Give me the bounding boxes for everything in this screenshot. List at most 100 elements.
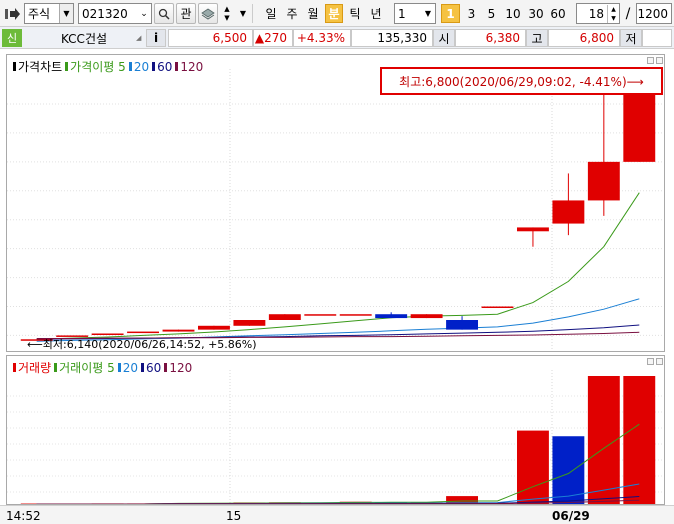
legend-volume[interactable]: 거래량 — [13, 359, 51, 376]
legend-ma60[interactable]: 60 — [152, 60, 172, 74]
price-chart-pane[interactable]: 가격차트 가격이평 5 20 60 120 — [6, 54, 665, 352]
pane-close-icon[interactable] — [656, 57, 663, 64]
candle-body — [304, 314, 337, 316]
legend-ma20-label: 20 — [133, 59, 150, 74]
chevron-down-icon[interactable]: ▼ — [224, 14, 229, 23]
stock-code-input[interactable]: 021320 ⌄ — [78, 3, 152, 24]
chevron-down-icon[interactable]: ▼ — [611, 14, 616, 23]
open-price-value: 6,380 — [485, 31, 520, 45]
legend-marker — [141, 362, 145, 372]
stepper-arrows[interactable]: ▲ ▼ — [607, 4, 619, 23]
legend-price[interactable]: 가격차트 — [13, 58, 62, 75]
chevron-down-icon[interactable]: ▼ — [237, 3, 249, 24]
dropdown-corner-icon[interactable]: ◢ — [136, 29, 144, 47]
legend-vma60[interactable]: 60 — [141, 361, 161, 375]
min-price-annotation: ⟵최저:6,140(2020/06/26,14:52, +5.86%) — [27, 336, 257, 352]
interval-button-3[interactable]: 3 — [462, 4, 481, 23]
chevron-down-icon[interactable]: ⌄ — [137, 9, 151, 19]
period-year[interactable]: 년 — [367, 4, 385, 23]
candle-body — [127, 331, 160, 334]
current-price: 6,500 — [168, 29, 253, 47]
candle-body — [623, 84, 656, 162]
min-price-label: ⟵최저:6,140(2020/06/26,14:52, +5.86%) — [27, 338, 257, 351]
total-count-field[interactable]: 1200 — [636, 3, 672, 24]
high-price: 6,800 — [548, 29, 620, 47]
volume-bar — [623, 376, 656, 504]
legend-vma20[interactable]: 20 — [117, 361, 138, 375]
period-day[interactable]: 일 — [262, 4, 280, 23]
legend-vma5-label: 5 — [107, 361, 115, 375]
volume-chart-canvas[interactable] — [7, 356, 664, 504]
pane-minimize-icon[interactable] — [647, 358, 654, 365]
change-percent-value: +4.33% — [296, 31, 345, 45]
legend-ma60-label: 60 — [157, 59, 173, 74]
candle-body — [552, 200, 585, 224]
legend-vma60-label: 60 — [146, 360, 162, 375]
low-label-text: 저 — [625, 31, 637, 46]
ma5-line — [36, 192, 640, 340]
period-label: 일 — [265, 7, 277, 21]
legend-ma120-label: 120 — [180, 59, 204, 74]
stock-code-value: 021320 — [82, 6, 128, 21]
price-chart-canvas[interactable] — [7, 55, 664, 351]
legend-vma120-label: 120 — [169, 360, 193, 375]
gwan-button[interactable]: 관 — [176, 3, 196, 24]
divider — [252, 4, 253, 23]
count-value: 18 — [588, 6, 604, 21]
candle-body — [339, 314, 372, 316]
period-minute[interactable]: 분 — [325, 4, 343, 23]
legend-ma5[interactable]: 가격이평 5 — [65, 58, 126, 75]
legend-ma20[interactable]: 20 — [128, 59, 150, 74]
total-count-value: 1200 — [637, 6, 668, 21]
interval-button-10[interactable]: 10 — [502, 4, 524, 23]
interval-button-5[interactable]: 5 — [482, 4, 501, 23]
interval-label: 60 — [550, 6, 566, 21]
legend-vma5[interactable]: 거래이평 5 — [54, 359, 115, 376]
change-percent: +4.33% — [293, 29, 351, 47]
interval-label: 1 — [446, 6, 455, 21]
candle-body — [587, 161, 620, 201]
link-arrow-icon[interactable] — [4, 3, 22, 24]
legend-ma120[interactable]: 120 — [175, 60, 203, 74]
market-select[interactable]: 주식 ▼ — [24, 3, 74, 24]
period-tick[interactable]: 틱 — [346, 4, 364, 23]
market-value: 주식 — [28, 7, 51, 21]
interval-button-30[interactable]: 30 — [525, 4, 547, 23]
legend-vma120[interactable]: 120 — [164, 361, 192, 375]
high-label-text: 고 — [531, 31, 543, 46]
period-month[interactable]: 월 — [304, 4, 322, 23]
legend-volume-label: 거래량 — [18, 361, 52, 375]
favorite-button[interactable] — [198, 3, 218, 24]
chevron-down-icon[interactable]: ▼ — [59, 4, 73, 23]
time-axis-label: 15 — [226, 509, 242, 523]
legend-vma-label: 거래이평 — [59, 361, 104, 375]
search-button[interactable] — [154, 3, 174, 24]
chevron-up-icon[interactable]: ▲ — [224, 5, 229, 14]
candle-body — [446, 320, 479, 330]
candle-body — [375, 314, 408, 319]
info-button[interactable]: i — [146, 29, 166, 47]
period-label: 월 — [307, 7, 319, 21]
stock-name: KCC건설 — [24, 29, 144, 47]
pane-close-icon[interactable] — [656, 358, 663, 365]
current-price-value: 6,500 — [212, 31, 247, 45]
up-down-spinner[interactable]: ▲ ▼ — [220, 3, 234, 24]
open-label: 시 — [433, 29, 455, 47]
volume-bar — [516, 430, 549, 504]
pane-minimize-icon[interactable] — [647, 57, 654, 64]
candle-body — [197, 325, 230, 330]
legend-marker — [13, 62, 16, 71]
interval-button-60[interactable]: 60 — [547, 4, 569, 23]
candle-body — [91, 333, 124, 335]
interval-button-1[interactable]: 1 — [441, 4, 460, 23]
count-stepper[interactable]: 18 ▲ ▼ — [576, 3, 620, 24]
interval-select[interactable]: 1 ▼ — [394, 3, 436, 24]
chevron-down-icon[interactable]: ▼ — [421, 9, 435, 18]
candle-body — [268, 314, 301, 320]
time-axis: 14:52 15 06/29 — [0, 505, 674, 524]
volume-chart-pane[interactable]: 거래량 거래이평 5 20 60 120 — [6, 355, 665, 505]
chevron-up-icon[interactable]: ▲ — [611, 5, 616, 14]
max-price-annotation: 최고:6,800(2020/06/29,09:02, -4.41%)⟶ — [380, 67, 663, 95]
quote-bar: 신 KCC건설 ◢ i 6,500 ▲270 +4.33% 135,330 시 … — [0, 27, 674, 49]
period-week[interactable]: 주 — [283, 4, 301, 23]
